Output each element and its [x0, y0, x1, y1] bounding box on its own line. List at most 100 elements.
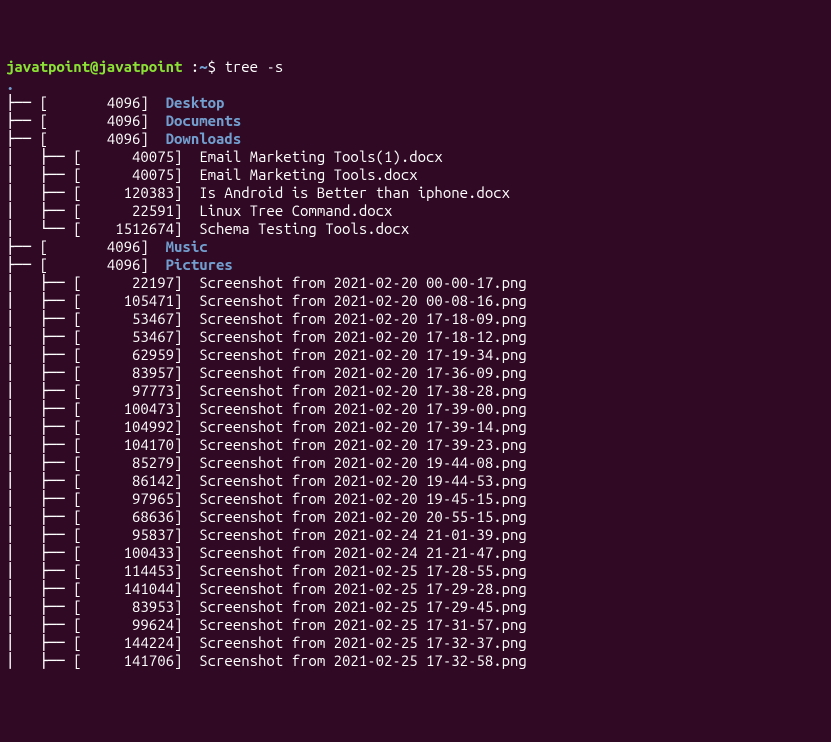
tree-branch: │ ├── — [6, 634, 73, 651]
tree-branch: ├── — [6, 130, 40, 147]
tree-listing: ├── [ 4096] Desktop ├── [ 4096] Document… — [6, 94, 825, 670]
tree-file-name: Screenshot from 2021-02-20 20-55-15.png — [199, 508, 527, 525]
tree-size: [ 97773] — [73, 382, 199, 399]
tree-branch: │ ├── — [6, 418, 73, 435]
prompt-user-host: javatpoint@javatpoint — [6, 58, 182, 75]
tree-file-name: Screenshot from 2021-02-25 17-32-37.png — [199, 634, 527, 651]
tree-size: [ 97965] — [73, 490, 199, 507]
tree-size: [ 53467] — [73, 328, 199, 345]
tree-file-name: Screenshot from 2021-02-20 19-45-15.png — [199, 490, 527, 507]
tree-branch: │ ├── — [6, 490, 73, 507]
tree-branch: │ ├── — [6, 508, 73, 525]
tree-branch: │ ├── — [6, 598, 73, 615]
tree-branch: │ ├── — [6, 580, 73, 597]
tree-size: [ 141044] — [73, 580, 199, 597]
tree-branch: │ ├── — [6, 346, 73, 363]
tree-dir-name: Music — [166, 238, 208, 255]
prompt-sep1: : — [182, 58, 199, 75]
tree-file-name: Screenshot from 2021-02-20 00-00-17.png — [199, 274, 527, 291]
tree-file-name: Screenshot from 2021-02-25 17-28-55.png — [199, 562, 527, 579]
tree-branch: │ └── — [6, 220, 73, 237]
tree-file-name: Screenshot from 2021-02-20 17-39-14.png — [199, 418, 527, 435]
tree-size: [ 4096] — [40, 256, 166, 273]
tree-branch: │ ├── — [6, 562, 73, 579]
tree-size: [ 99624] — [73, 616, 199, 633]
tree-size: [ 144224] — [73, 634, 199, 651]
tree-branch: │ ├── — [6, 544, 73, 561]
tree-branch: │ ├── — [6, 310, 73, 327]
tree-size: [ 62959] — [73, 346, 199, 363]
tree-file-name: Schema Testing Tools.docx — [199, 220, 409, 237]
tree-size: [ 40075] — [73, 166, 199, 183]
tree-size: [ 4096] — [40, 238, 166, 255]
tree-file-name: Screenshot from 2021-02-20 00-08-16.png — [199, 292, 527, 309]
tree-branch: │ ├── — [6, 328, 73, 345]
tree-branch: │ ├── — [6, 292, 73, 309]
terminal-output[interactable]: javatpoint@javatpoint :~$ tree -s . ├── … — [6, 58, 825, 670]
tree-branch: │ ├── — [6, 364, 73, 381]
tree-size: [ 100473] — [73, 400, 199, 417]
tree-size: [ 105471] — [73, 292, 199, 309]
tree-size: [ 4096] — [40, 112, 166, 129]
tree-size: [ 4096] — [40, 130, 166, 147]
tree-branch: │ ├── — [6, 184, 73, 201]
tree-size: [ 4096] — [40, 94, 166, 111]
tree-file-name: Screenshot from 2021-02-20 17-36-09.png — [199, 364, 527, 381]
tree-size: [ 53467] — [73, 310, 199, 327]
tree-file-name: Email Marketing Tools(1).docx — [199, 148, 443, 165]
tree-branch: ├── — [6, 256, 40, 273]
tree-file-name: Screenshot from 2021-02-25 17-31-57.png — [199, 616, 527, 633]
tree-size: [ 40075] — [73, 148, 199, 165]
tree-size: [ 1512674] — [73, 220, 199, 237]
tree-file-name: Screenshot from 2021-02-20 17-39-23.png — [199, 436, 527, 453]
tree-branch: │ ├── — [6, 400, 73, 417]
tree-file-name: Screenshot from 2021-02-25 17-29-28.png — [199, 580, 527, 597]
tree-size: [ 85279] — [73, 454, 199, 471]
tree-file-name: Screenshot from 2021-02-24 21-21-47.png — [199, 544, 527, 561]
tree-file-name: Screenshot from 2021-02-20 17-18-09.png — [199, 310, 527, 327]
tree-branch: │ ├── — [6, 652, 73, 669]
tree-file-name: Screenshot from 2021-02-20 19-44-08.png — [199, 454, 527, 471]
tree-branch: │ ├── — [6, 526, 73, 543]
tree-branch: │ ├── — [6, 202, 73, 219]
tree-size: [ 83953] — [73, 598, 199, 615]
tree-size: [ 22197] — [73, 274, 199, 291]
tree-file-name: Screenshot from 2021-02-20 17-39-00.png — [199, 400, 527, 417]
tree-size: [ 68636] — [73, 508, 199, 525]
tree-size: [ 120383] — [73, 184, 199, 201]
tree-dir-name: Documents — [166, 112, 242, 129]
prompt-sep2: $ — [208, 58, 225, 75]
tree-branch: │ ├── — [6, 454, 73, 471]
tree-file-name: Screenshot from 2021-02-25 17-32-58.png — [199, 652, 527, 669]
tree-size: [ 114453] — [73, 562, 199, 579]
tree-branch: │ ├── — [6, 472, 73, 489]
tree-dir-name: Pictures — [166, 256, 233, 273]
tree-file-name: Screenshot from 2021-02-20 17-18-12.png — [199, 328, 527, 345]
tree-size: [ 141706] — [73, 652, 199, 669]
tree-branch: ├── — [6, 238, 40, 255]
tree-size: [ 100433] — [73, 544, 199, 561]
tree-branch: │ ├── — [6, 616, 73, 633]
tree-file-name: Email Marketing Tools.docx — [199, 166, 417, 183]
tree-size: [ 22591] — [73, 202, 199, 219]
tree-size: [ 83957] — [73, 364, 199, 381]
tree-branch: │ ├── — [6, 148, 73, 165]
tree-dir-name: Desktop — [166, 94, 225, 111]
tree-file-name: Screenshot from 2021-02-24 21-01-39.png — [199, 526, 527, 543]
tree-branch: ├── — [6, 112, 40, 129]
tree-branch: │ ├── — [6, 274, 73, 291]
tree-file-name: Screenshot from 2021-02-20 17-19-34.png — [199, 346, 527, 363]
tree-file-name: Linux Tree Command.docx — [199, 202, 392, 219]
tree-size: [ 95837] — [73, 526, 199, 543]
tree-file-name: Screenshot from 2021-02-20 19-44-53.png — [199, 472, 527, 489]
tree-dir-name: Downloads — [166, 130, 242, 147]
tree-root: . — [6, 76, 14, 93]
tree-branch: ├── — [6, 94, 40, 111]
tree-file-name: Screenshot from 2021-02-25 17-29-45.png — [199, 598, 527, 615]
tree-branch: │ ├── — [6, 436, 73, 453]
command-text: tree -s — [224, 58, 283, 75]
tree-size: [ 104170] — [73, 436, 199, 453]
tree-branch: │ ├── — [6, 382, 73, 399]
tree-size: [ 86142] — [73, 472, 199, 489]
tree-file-name: Screenshot from 2021-02-20 17-38-28.png — [199, 382, 527, 399]
